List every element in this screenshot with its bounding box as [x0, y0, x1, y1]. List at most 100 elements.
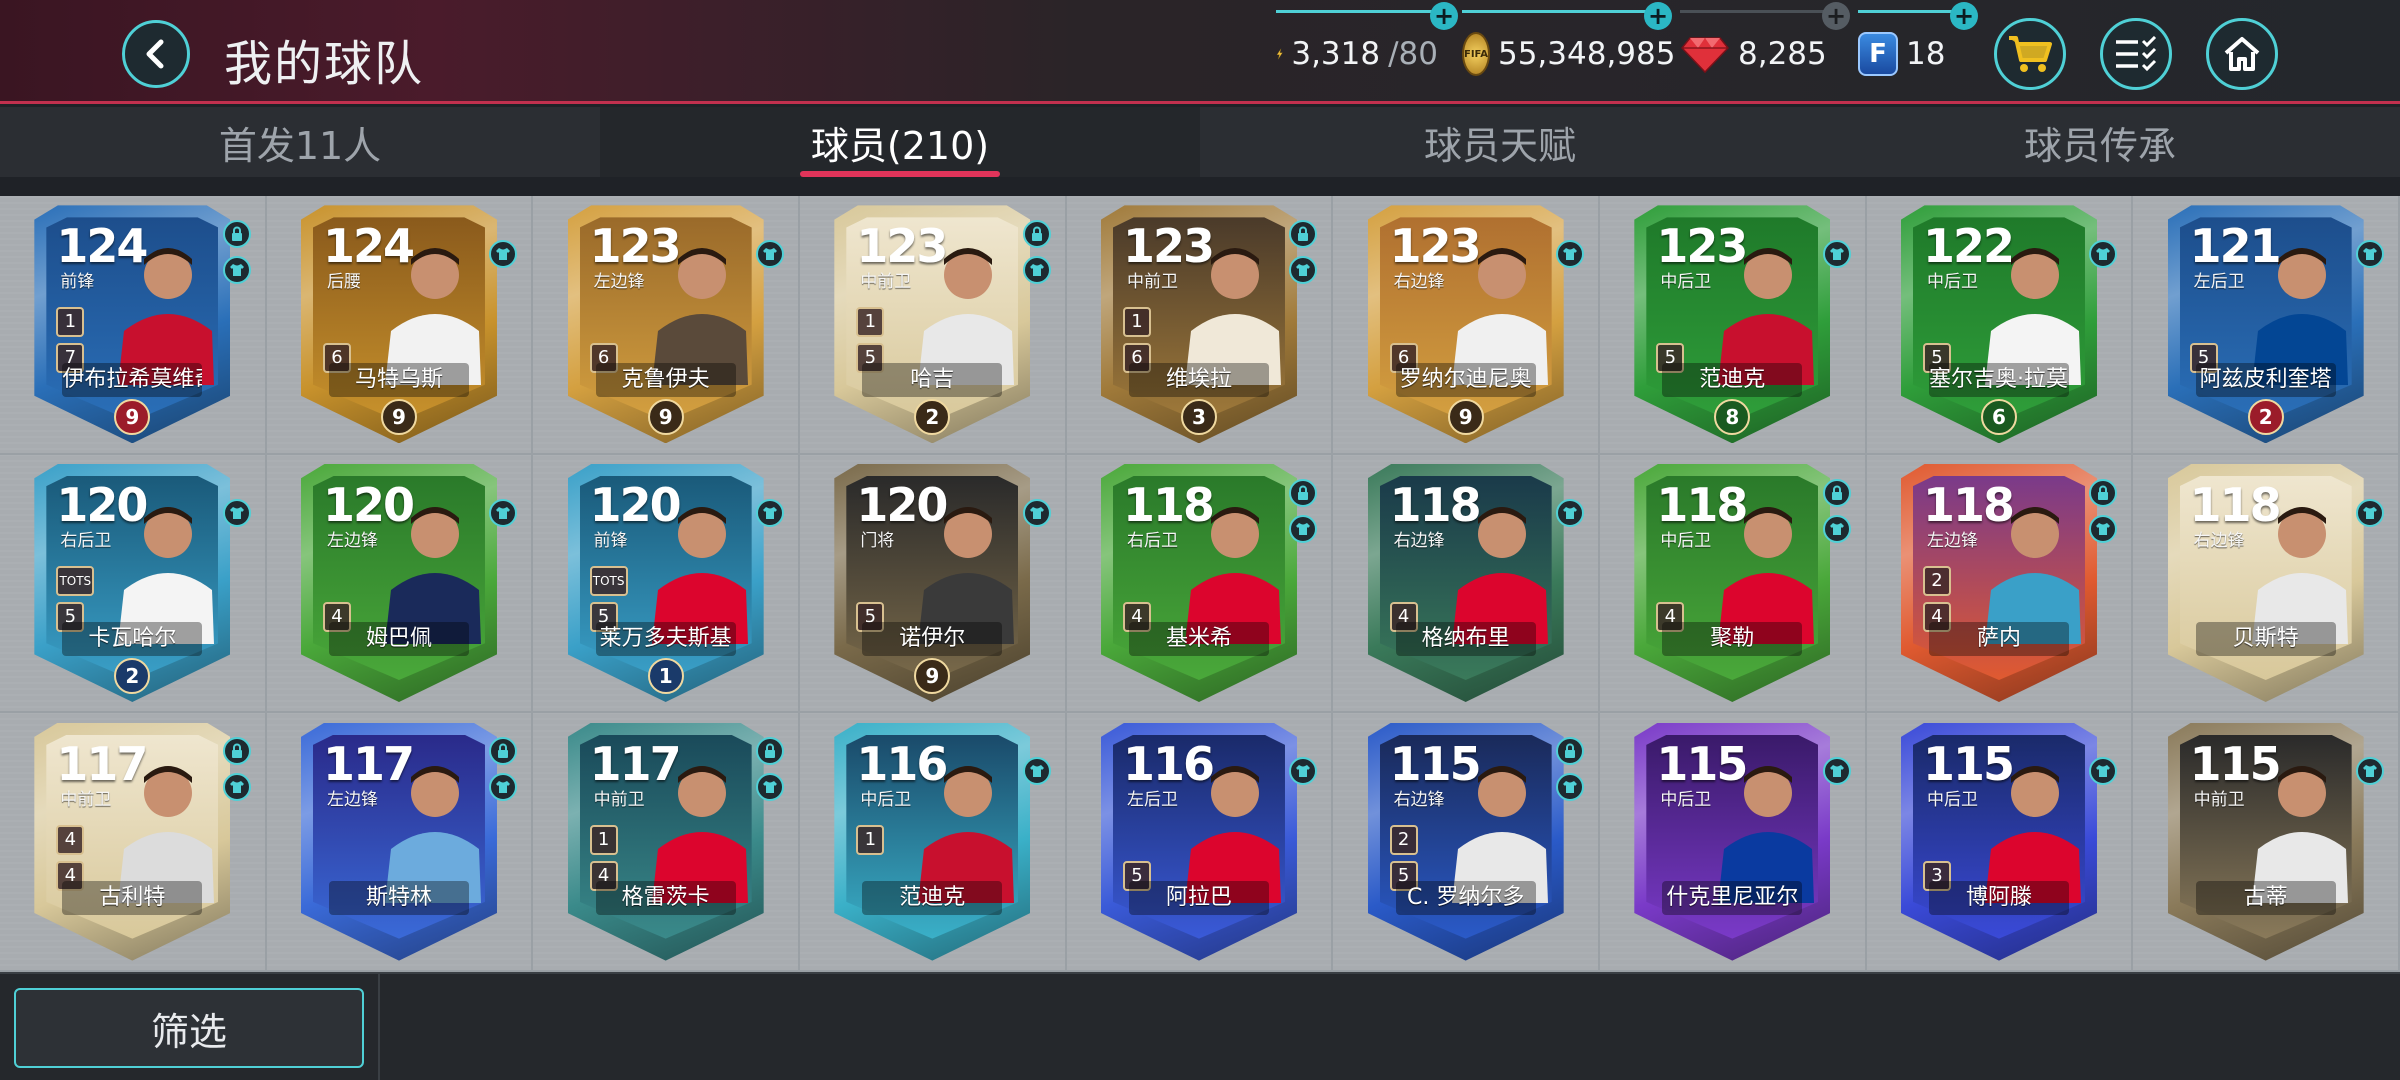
- player-card[interactable]: 120 门将 5 诺伊尔 9: [834, 463, 1031, 702]
- player-card[interactable]: 118 右边锋 贝斯特: [2167, 463, 2364, 702]
- home-button[interactable]: [2206, 18, 2278, 90]
- kit-indicator[interactable]: [222, 256, 251, 284]
- lock-toggle[interactable]: [489, 737, 518, 766]
- lock-toggle[interactable]: [222, 220, 251, 248]
- player-cell: 118 右边锋 4 格纳布里: [1333, 454, 1600, 714]
- kit-indicator[interactable]: [1022, 757, 1051, 786]
- filter-button[interactable]: 筛选: [14, 988, 364, 1068]
- player-card[interactable]: 122 中后卫 5 塞尔吉奥·拉莫斯 6: [1900, 205, 2097, 444]
- shirt-icon: [1029, 765, 1044, 778]
- card-overall-rating: 120: [56, 477, 148, 532]
- gem-icon: [1681, 37, 1729, 74]
- lock-toggle[interactable]: [1289, 478, 1318, 507]
- card-overall-rating: 117: [589, 736, 682, 791]
- player-card[interactable]: 123 左边锋 6 克鲁伊夫 9: [567, 205, 764, 444]
- player-cell: 124 后腰 6 马特乌斯 9: [266, 196, 534, 455]
- kit-indicator[interactable]: [2089, 240, 2118, 268]
- kit-indicator[interactable]: [2089, 514, 2118, 543]
- player-card[interactable]: 115 右边锋 25 C. 罗纳尔多: [1367, 722, 1564, 961]
- card-player-name: 阿拉巴: [1128, 880, 1269, 915]
- player-card[interactable]: 117 中前卫 14 格雷茨卡: [567, 722, 764, 961]
- player-card[interactable]: 115 中后卫 3 博阿滕: [1900, 722, 2097, 961]
- lock-toggle[interactable]: [1289, 220, 1318, 248]
- shirt-icon: [1829, 765, 1844, 778]
- kit-indicator[interactable]: [1822, 240, 1851, 268]
- card-position: 前锋: [593, 530, 628, 551]
- kit-indicator[interactable]: [1555, 240, 1584, 268]
- lock-icon: [1564, 743, 1575, 759]
- kit-indicator[interactable]: [755, 773, 784, 802]
- kit-indicator[interactable]: [1555, 498, 1584, 527]
- player-card[interactable]: 118 中后卫 4 聚勒: [1634, 463, 1831, 702]
- kit-indicator[interactable]: [1022, 256, 1051, 284]
- kit-indicator[interactable]: [489, 773, 518, 802]
- player-card[interactable]: 115 中后卫 什克里尼亚尔: [1634, 722, 1831, 961]
- tab-starting-eleven[interactable]: 首发11人: [0, 107, 600, 177]
- kit-indicator[interactable]: [1822, 514, 1851, 543]
- card-position: 后腰: [326, 272, 361, 293]
- shirt-icon: [1562, 506, 1577, 519]
- player-card[interactable]: 118 右边锋 4 格纳布里: [1367, 463, 1564, 702]
- player-card[interactable]: 116 中后卫 1 范迪克: [834, 722, 1031, 961]
- player-card[interactable]: 121 左后卫 5 阿兹皮利奎塔 2: [2167, 205, 2364, 444]
- tab-players[interactable]: 球员(210): [600, 107, 1200, 177]
- tab-player-talents[interactable]: 球员天赋: [1200, 107, 1800, 177]
- player-card[interactable]: 116 左后卫 5 阿拉巴: [1100, 722, 1297, 961]
- kit-indicator[interactable]: [1555, 773, 1584, 802]
- player-card[interactable]: 123 右边锋 6 罗纳尔迪尼奥 9: [1367, 205, 1564, 444]
- tab-bar: 首发11人 球员(210) 球员天赋 球员传承: [0, 107, 2400, 177]
- lock-toggle[interactable]: [1822, 478, 1851, 507]
- card-overall-rating: 123: [856, 219, 948, 274]
- player-card[interactable]: 118 右后卫 4 基米希: [1100, 463, 1297, 702]
- add-coins-button[interactable]: +: [1644, 2, 1672, 30]
- kit-indicator[interactable]: [489, 498, 518, 527]
- add-energy-button[interactable]: +: [1430, 2, 1458, 30]
- tab-player-legacy[interactable]: 球员传承: [1800, 107, 2400, 177]
- fifa-points-value: 18: [1906, 36, 1946, 72]
- gems-resource: + 8,285: [1680, 2, 1850, 82]
- add-gems-button[interactable]: +: [1822, 2, 1850, 30]
- player-card[interactable]: 124 后腰 6 马特乌斯 9: [300, 205, 497, 444]
- kit-indicator[interactable]: [755, 498, 784, 527]
- kit-indicator[interactable]: [1822, 757, 1851, 786]
- card-position: 中后卫: [860, 789, 912, 810]
- lock-toggle[interactable]: [1555, 737, 1584, 766]
- player-card[interactable]: 124 前锋 17 伊布拉希莫维奇 9: [34, 205, 231, 444]
- kit-indicator[interactable]: [222, 773, 251, 802]
- card-position: 左后卫: [2193, 272, 2245, 293]
- card-badge-top: 1: [856, 307, 885, 338]
- lock-toggle[interactable]: [755, 737, 784, 766]
- task-list-button[interactable]: [2100, 18, 2172, 90]
- lock-toggle[interactable]: [1022, 220, 1051, 248]
- player-card[interactable]: 123 中后卫 5 范迪克 8: [1634, 205, 1831, 444]
- player-cell: 116 左后卫 5 阿拉巴: [1066, 713, 1334, 972]
- kit-indicator[interactable]: [2355, 757, 2384, 786]
- add-fifa-points-button[interactable]: +: [1950, 2, 1978, 30]
- player-card[interactable]: 123 中前卫 15 哈吉 2: [834, 205, 1031, 444]
- kit-indicator[interactable]: [222, 498, 251, 527]
- kit-indicator[interactable]: [2355, 498, 2384, 527]
- kit-indicator[interactable]: [1022, 498, 1051, 527]
- card-position: 右后卫: [60, 530, 112, 551]
- player-card[interactable]: 120 前锋 TOTS 5 莱万多夫斯基 1: [567, 463, 764, 702]
- kit-indicator[interactable]: [2355, 240, 2384, 268]
- player-card[interactable]: 118 左边锋 24 萨内: [1900, 463, 2097, 702]
- kit-indicator[interactable]: [1289, 514, 1318, 543]
- back-button[interactable]: [122, 20, 190, 88]
- kit-indicator[interactable]: [1289, 256, 1318, 284]
- player-card[interactable]: 120 左边锋 4 姆巴佩: [300, 463, 497, 702]
- store-button[interactable]: [1994, 18, 2066, 90]
- player-card[interactable]: 120 右后卫 TOTS 5 卡瓦哈尔 2: [34, 463, 231, 702]
- player-card[interactable]: 115 中前卫 古蒂: [2167, 722, 2364, 961]
- player-card[interactable]: 123 中前卫 16 维埃拉 3: [1100, 205, 1297, 444]
- lightning-icon: [1276, 48, 1283, 60]
- lock-toggle[interactable]: [2089, 478, 2118, 507]
- kit-indicator[interactable]: [1289, 757, 1318, 786]
- card-player-name: 伊布拉希莫维奇: [62, 363, 203, 398]
- kit-indicator[interactable]: [489, 240, 518, 268]
- player-card[interactable]: 117 中前卫 44 古利特: [34, 722, 231, 961]
- kit-indicator[interactable]: [2089, 757, 2118, 786]
- player-card[interactable]: 117 左边锋 斯特林: [300, 722, 497, 961]
- lock-toggle[interactable]: [222, 737, 251, 766]
- kit-indicator[interactable]: [755, 240, 784, 268]
